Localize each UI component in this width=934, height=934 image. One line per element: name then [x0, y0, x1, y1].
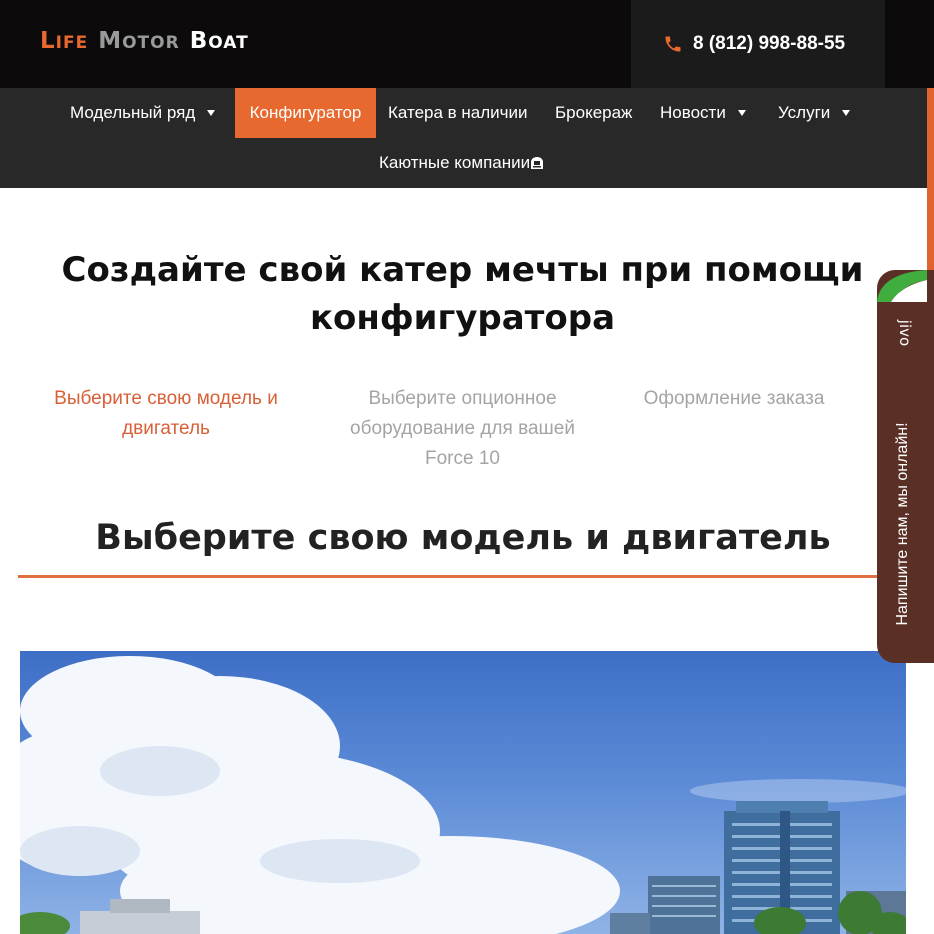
step-order[interactable]: Оформление заказа	[630, 384, 838, 414]
section-title: Выберите свою модель и двигатель	[95, 518, 831, 558]
cabin-icon[interactable]	[529, 155, 545, 171]
jivo-leaf-icon	[877, 270, 927, 302]
step-select-model[interactable]: Выберите свою модель и двигатель	[40, 384, 292, 444]
phone-block[interactable]: 8 (812) 998-88-55	[631, 0, 885, 88]
nav-item-configurator[interactable]: Конфигуратор	[235, 88, 376, 138]
site-logo[interactable]: Life Motor Boat	[40, 28, 249, 58]
caret-down-icon	[737, 110, 746, 116]
phone-icon	[665, 36, 681, 52]
nav-label: Каютные компании	[379, 153, 531, 172]
chat-message[interactable]: Напишите нам, мы онлайн!	[894, 422, 912, 625]
hero-image	[20, 651, 906, 934]
main-nav: Модельный ряд Конфигуратор Катера в нали…	[0, 88, 927, 188]
header-right-strip	[885, 0, 934, 88]
nav-label: Конфигуратор	[249, 103, 362, 122]
nav-item-brokerage[interactable]: Брокераж	[555, 88, 632, 138]
nav-label: Модельный ряд	[70, 103, 196, 122]
chat-brand[interactable]: jivo	[896, 320, 914, 346]
nav-item-models[interactable]: Модельный ряд	[70, 88, 216, 138]
nav-label: Брокераж	[555, 103, 633, 122]
hero-scene	[20, 656, 906, 934]
logo-word-life: Life	[40, 28, 89, 54]
nav-label: Катера в наличии	[388, 103, 528, 122]
section-divider	[18, 575, 908, 578]
nav-label: Услуги	[778, 103, 831, 122]
caret-down-icon	[842, 110, 851, 116]
phone-number[interactable]: 8 (812) 998-88-55	[693, 33, 845, 55]
step-select-options[interactable]: Выберите опционное оборудование для ваше…	[330, 384, 595, 474]
page-headline: Создайте свой катер мечты при помощи кон…	[61, 250, 864, 338]
logo-word-motor: Motor	[98, 28, 180, 54]
nav-item-services[interactable]: Услуги	[778, 88, 851, 138]
logo-word-boat: Boat	[189, 28, 249, 54]
caret-down-icon	[207, 110, 216, 116]
nav-label: Новости	[660, 103, 726, 122]
nav-item-news[interactable]: Новости	[660, 88, 746, 138]
nav-item-boats-in-stock[interactable]: Катера в наличии	[388, 88, 528, 138]
nav-item-cabin-company[interactable]: Каютные компании	[379, 138, 530, 188]
